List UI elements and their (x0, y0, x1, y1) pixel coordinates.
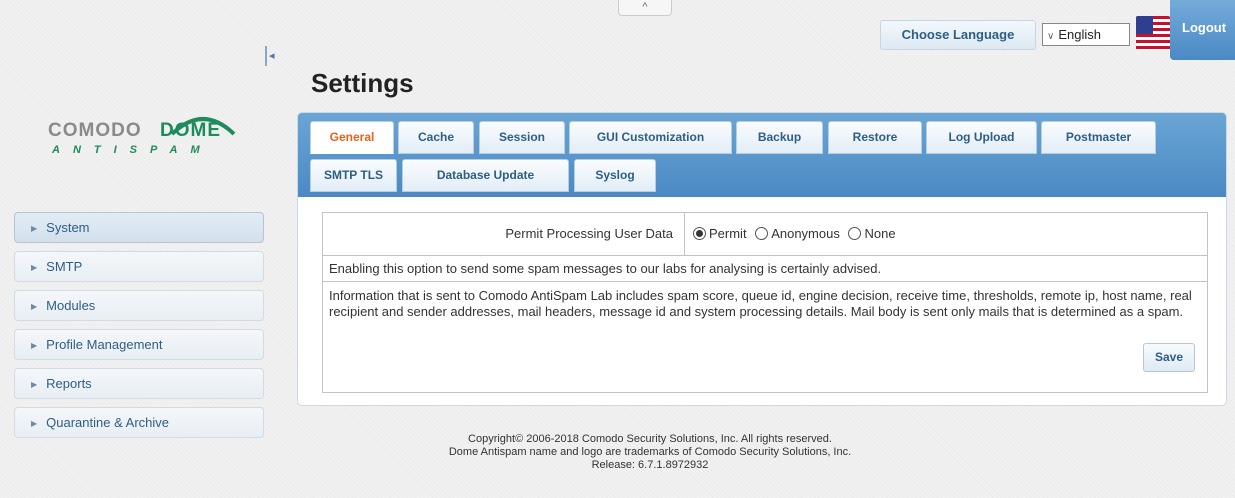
release-version: Release: 6.7.1.8972932 (591, 459, 709, 471)
settings-panel: General Cache Session GUI Customization … (297, 112, 1227, 406)
tab-session[interactable]: Session (479, 121, 565, 154)
radio-none[interactable] (848, 227, 862, 240)
page-title: Settings (311, 68, 414, 98)
caret-right-icon: ▶ (31, 341, 38, 350)
radio-anonymous-label: Anonymous (771, 226, 840, 241)
chevron-down-icon: ∨ (1047, 31, 1055, 42)
logo-word-dome: DOME (160, 120, 221, 141)
choose-language-button[interactable]: Choose Language (880, 20, 1036, 50)
language-select-value: English (1058, 27, 1101, 42)
permit-processing-label: Permit Processing User Data (505, 226, 673, 241)
caret-right-icon: ▶ (31, 302, 38, 311)
collapse-header-handle[interactable]: ^ (618, 0, 672, 16)
caret-right-icon: ▶ (31, 380, 38, 389)
sidebar-item-smtp[interactable]: ▶ SMTP (14, 251, 264, 282)
logo-word-comodo: COMODO (48, 120, 142, 141)
permit-options-group: Permit Anonymous None (693, 213, 901, 255)
radio-permit-label: Permit (709, 226, 747, 241)
save-button[interactable]: Save (1143, 343, 1195, 372)
sidebar-item-label: Modules (46, 298, 96, 313)
sidebar-item-reports[interactable]: ▶ Reports (14, 368, 264, 399)
tab-general[interactable]: General (310, 121, 394, 154)
tab-backup[interactable]: Backup (736, 121, 823, 154)
tab-smtp-tls[interactable]: SMTP TLS (310, 159, 397, 192)
tab-cache[interactable]: Cache (398, 121, 474, 154)
radio-anonymous[interactable] (755, 227, 769, 240)
advice-note: Enabling this option to send some spam m… (323, 256, 1207, 282)
sidebar-item-label: System (46, 220, 90, 235)
sidebar-item-label: Reports (46, 376, 92, 391)
sidebar-item-system[interactable]: ▶ System (14, 212, 264, 243)
info-text: Information that is sent to Comodo AntiS… (329, 288, 1192, 319)
logo-tagline: ANTISPAM (52, 144, 213, 156)
copyright-text: Copyright© 2006-2018 Comodo Security Sol… (468, 433, 832, 445)
sidebar-nav: ▶ System ▶ SMTP ▶ Modules ▶ Profile Manageme… (14, 212, 264, 446)
general-settings-form: Permit Processing User Data Permit Anony… (322, 212, 1208, 393)
caret-right-icon: ▶ (31, 224, 38, 233)
trademark-text: Dome Antispam name and logo are trademar… (448, 446, 852, 458)
sidebar-item-label: Quarantine & Archive (46, 415, 170, 430)
radio-permit[interactable] (693, 227, 706, 240)
permit-processing-row: Permit Processing User Data Permit Anony… (323, 213, 1207, 256)
info-row: Information that is sent to Comodo AntiS… (323, 282, 1207, 392)
tab-syslog[interactable]: Syslog (574, 159, 656, 192)
tab-restore[interactable]: Restore (828, 121, 922, 154)
sidebar-item-quarantine-archive[interactable]: ▶ Quarantine & Archive (14, 407, 264, 438)
caret-right-icon: ▶ (31, 263, 38, 272)
sidebar-item-modules[interactable]: ▶ Modules (14, 290, 264, 321)
sidebar-item-label: Profile Management (46, 337, 163, 352)
cell-divider (684, 213, 685, 255)
tab-gui-customization[interactable]: GUI Customization (569, 121, 732, 154)
us-flag-icon (1136, 16, 1170, 50)
comodo-dome-antispam-logo: COMODO DOME ANTISPAM (48, 106, 236, 166)
logout-button[interactable]: Logout (1170, 0, 1235, 60)
sidebar-item-label: SMTP (46, 259, 83, 274)
tab-postmaster[interactable]: Postmaster (1041, 121, 1156, 154)
radio-none-label: None (864, 226, 896, 241)
tab-log-upload[interactable]: Log Upload (926, 121, 1037, 154)
sidebar-item-profile-management[interactable]: ▶ Profile Management (14, 329, 264, 360)
footer: Copyright© 2006-2018 Comodo Security Sol… (370, 433, 930, 472)
tab-bar: General Cache Session GUI Customization … (298, 113, 1226, 197)
language-select[interactable]: ∨ English (1042, 23, 1130, 46)
caret-right-icon: ▶ (31, 419, 38, 428)
sidebar-toggle-icon[interactable]: ◂ (265, 46, 279, 66)
tab-database-update[interactable]: Database Update (402, 159, 569, 192)
